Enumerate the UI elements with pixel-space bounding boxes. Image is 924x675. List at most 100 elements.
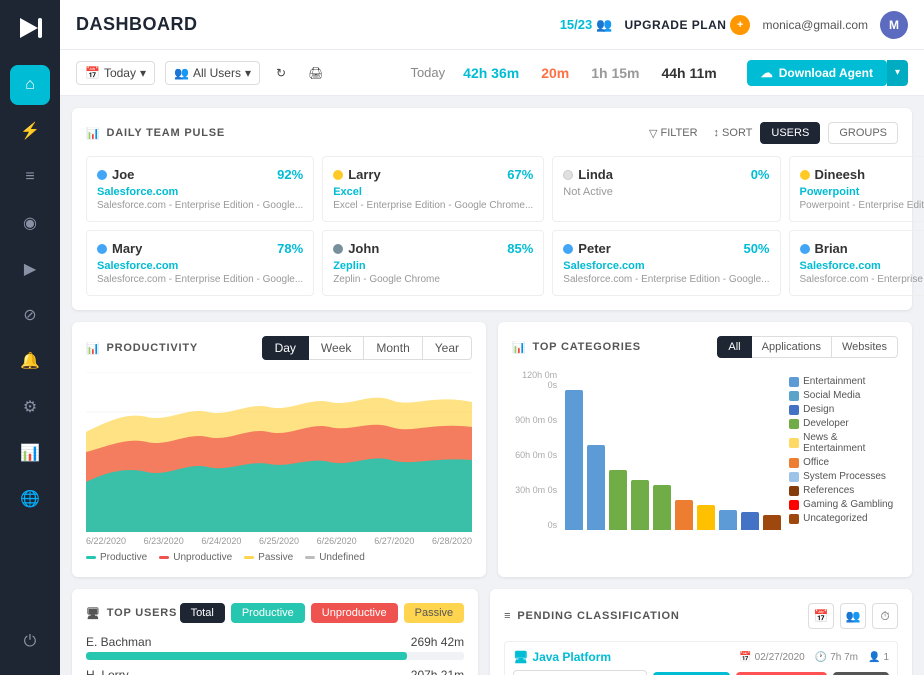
categories-chart: 120h 0m 0s90h 0m 0s60h 0m 0s30h 0m 0s0s … <box>512 370 898 530</box>
pulse-app-desc: Salesforce.com - Enterprise Edition - Go… <box>800 274 924 285</box>
bar <box>565 390 583 530</box>
pulse-app-name[interactable]: Excel <box>333 186 533 198</box>
users-tab[interactable]: USERS <box>760 122 820 144</box>
sidebar: ⌂ ⚡ ≡ ◉ ▶ ⊘ 🔔 ⚙ 📊 🌐 ⏻ <box>0 0 60 675</box>
category-legend-item: Entertainment <box>789 376 898 387</box>
upgrade-label: UPGRADE PLAN <box>624 18 726 32</box>
pulse-app-name[interactable]: Powerpoint <box>800 186 924 198</box>
y-axis-label: 60h 0m 0s <box>512 450 557 460</box>
tab-passive[interactable]: Passive <box>404 603 465 623</box>
tab-total[interactable]: Total <box>180 603 225 623</box>
user-name: E. Bachman <box>86 635 151 649</box>
productivity-title: 📊 PRODUCTIVITY <box>86 342 198 355</box>
top-user-row: H. Lorry 207h 21m <box>86 668 464 675</box>
download-caret-button[interactable]: ▾ <box>887 60 908 86</box>
pulse-app-name[interactable]: Salesforce.com <box>800 260 924 272</box>
pulse-user-name: Mary <box>97 241 142 256</box>
sidebar-item-notifications[interactable]: 🔔 <box>10 341 50 381</box>
tab-all[interactable]: All <box>717 336 751 358</box>
tab-week[interactable]: Week <box>309 336 364 360</box>
productivity-header: 📊 PRODUCTIVITY Day Week Month Year <box>86 336 472 360</box>
groups-tab[interactable]: GROUPS <box>828 122 898 144</box>
user-stat: 15/23 👥 <box>560 17 613 33</box>
settings-icon: ⚙ <box>23 397 37 417</box>
today-filter-button[interactable]: 📅 Today ▾ <box>76 61 155 85</box>
y-axis-label: 30h 0m 0s <box>512 485 557 495</box>
pending-actions: Select a Category... Productive Unproduc… <box>513 670 889 675</box>
legend-item: Productive <box>86 552 147 563</box>
tab-year[interactable]: Year <box>423 336 472 360</box>
legend-item: Passive <box>244 552 293 563</box>
bar <box>631 480 649 530</box>
pulse-user-name: Brian <box>800 241 848 256</box>
sort-by-time-button[interactable]: ⏱ <box>872 603 898 629</box>
sidebar-item-camera[interactable]: ◉ <box>10 203 50 243</box>
user-email: monica@gmail.com <box>762 18 868 32</box>
bar <box>697 505 715 530</box>
pulse-app-name[interactable]: Salesforce.com <box>97 186 303 198</box>
analytics-icon: 📊 <box>20 443 40 463</box>
y-axis-label: 0s <box>512 520 557 530</box>
sidebar-item-settings[interactable]: ⚙ <box>10 387 50 427</box>
sidebar-item-lightning[interactable]: ⚡ <box>10 111 50 151</box>
upgrade-plan-button[interactable]: UPGRADE PLAN + <box>624 15 750 35</box>
category-bar-5 <box>675 500 693 530</box>
x-label: 6/27/2020 <box>374 536 414 546</box>
tab-month[interactable]: Month <box>364 336 422 360</box>
sort-label[interactable]: ↕ SORT <box>714 127 753 139</box>
category-legend-item: News & Entertainment <box>789 432 898 454</box>
pending-header: ≡ PENDING CLASSIFICATION 📅 👥 ⏱ <box>504 603 898 629</box>
sidebar-item-block[interactable]: ⊘ <box>10 295 50 335</box>
pulse-app-name[interactable]: Salesforce.com <box>563 260 769 272</box>
category-select[interactable]: Select a Category... <box>513 670 647 675</box>
productivity-chart <box>86 372 472 532</box>
category-legend-item: System Processes <box>789 471 898 482</box>
download-agent-button[interactable]: ☁ Download Agent <box>747 60 887 86</box>
sidebar-item-video[interactable]: ▶ <box>10 249 50 289</box>
sort-by-date-button[interactable]: 📅 <box>808 603 834 629</box>
print-button[interactable]: 🖨 <box>302 62 329 84</box>
tab-applications[interactable]: Applications <box>752 336 832 358</box>
legend-dot <box>244 556 254 559</box>
tab-day[interactable]: Day <box>262 336 309 360</box>
pulse-app-name[interactable]: Salesforce.com <box>97 260 303 272</box>
sidebar-item-power[interactable]: ⏻ <box>10 622 50 662</box>
sort-by-users-button[interactable]: 👥 <box>840 603 866 629</box>
sort-icon: ↕ <box>714 127 720 139</box>
pulse-user-peter: Peter 50% Salesforce.com Salesforce.com … <box>552 230 780 296</box>
tab-unproductive[interactable]: Unproductive <box>311 603 398 623</box>
status-dot <box>97 170 107 180</box>
tab-websites[interactable]: Websites <box>832 336 898 358</box>
productivity-icon: 📊 <box>86 342 101 355</box>
toolbar: 📅 Today ▾ 👥 All Users ▾ ↻ 🖨 Today 42h 36… <box>60 50 924 96</box>
all-users-filter-button[interactable]: 👥 All Users ▾ <box>165 61 260 85</box>
sidebar-item-analytics[interactable]: 📊 <box>10 433 50 473</box>
app-icon: 🖥 <box>513 650 528 664</box>
main-content: DASHBOARD 15/23 👥 UPGRADE PLAN + monica@… <box>60 0 924 675</box>
legend-label: Uncategorized <box>803 513 867 524</box>
pulse-user-header: Mary 78% <box>97 241 303 256</box>
reports-icon: ≡ <box>25 168 34 186</box>
legend-label: Developer <box>803 418 849 429</box>
chart-x-labels: 6/22/20206/23/20206/24/20206/25/20206/26… <box>86 536 472 546</box>
category-legend-item: Office <box>789 457 898 468</box>
filter-label[interactable]: ▽ FILTER <box>649 127 698 140</box>
legend-dot <box>159 556 169 559</box>
tab-productive[interactable]: Productive <box>231 603 305 623</box>
pulse-user-header: John 85% <box>333 241 533 256</box>
legend-color-dot <box>789 486 799 496</box>
sidebar-item-globe[interactable]: 🌐 <box>10 479 50 519</box>
bar <box>675 500 693 530</box>
category-bar-8 <box>741 512 759 530</box>
y-axis-label: 90h 0m 0s <box>512 415 557 425</box>
pending-users: 👤 1 <box>868 652 889 663</box>
status-dot <box>97 244 107 254</box>
refresh-button[interactable]: ↻ <box>270 62 292 84</box>
sidebar-item-reports[interactable]: ≡ <box>10 157 50 197</box>
sidebar-item-home[interactable]: ⌂ <box>10 65 50 105</box>
pulse-grid: Joe 92% Salesforce.com Salesforce.com - … <box>86 156 898 296</box>
topbar: DASHBOARD 15/23 👥 UPGRADE PLAN + monica@… <box>60 0 924 50</box>
pending-app-name[interactable]: 🖥 Java Platform <box>513 650 611 664</box>
pulse-percentage: 92% <box>277 167 303 182</box>
pulse-app-name[interactable]: Zeplin <box>333 260 533 272</box>
